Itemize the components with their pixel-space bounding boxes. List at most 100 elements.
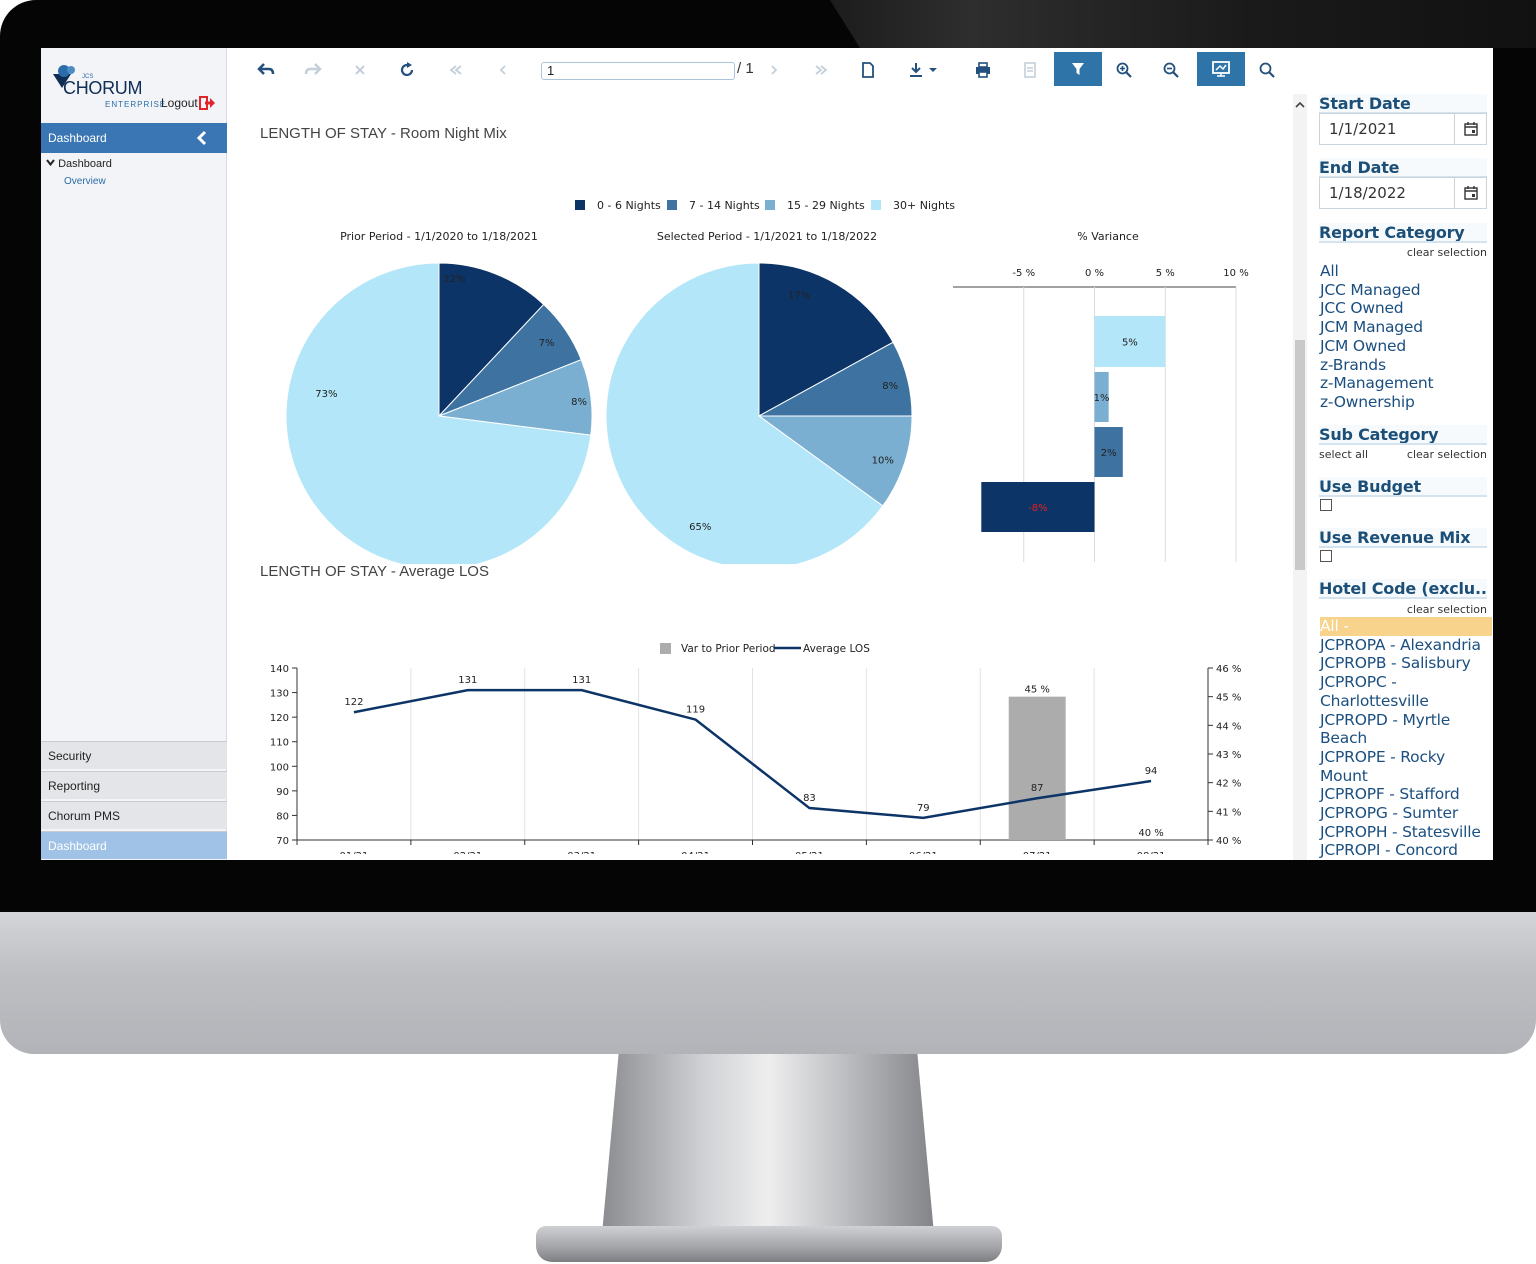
zoom-in-button[interactable]: [1108, 54, 1140, 86]
last-page-icon: [815, 65, 828, 75]
average-los-point-label: 131: [458, 675, 477, 686]
hotel-code-option[interactable]: JCPROPI - Concord: [1320, 841, 1492, 860]
tree-overview-link[interactable]: Overview: [64, 176, 106, 187]
los-right-tick-label: 45 %: [1216, 693, 1241, 704]
report-vertical-scrollbar[interactable]: [1293, 94, 1307, 860]
los-right-tick-label: 40 %: [1216, 836, 1241, 847]
search-button[interactable]: [1251, 54, 1283, 86]
hotel-code-option[interactable]: Charlottesville: [1320, 692, 1492, 711]
presentation-button[interactable]: [1197, 52, 1245, 86]
nav-reporting[interactable]: Reporting: [41, 771, 227, 799]
refresh-icon: [400, 62, 414, 77]
hotel-code-option[interactable]: JCPROPA - Alexandria: [1320, 636, 1492, 655]
report-category-option[interactable]: z-Brands: [1320, 356, 1492, 375]
los-left-tick-label: 80: [276, 811, 289, 822]
los-left-tick-label: 90: [276, 787, 289, 798]
hotel-code-option[interactable]: JCPROPF - Stafford: [1320, 785, 1492, 804]
prior-period-pie: 12% 7% 8% 73%: [285, 262, 593, 564]
sub-category-clear-link[interactable]: clear selection: [1407, 448, 1487, 461]
bezel-reflection: [830, 0, 1536, 48]
legend-label: 30+ Nights: [893, 199, 955, 212]
hotel-code-option[interactable]: Beach: [1320, 729, 1492, 748]
hotel-code-option[interactable]: JCPROPB - Salisbury: [1320, 654, 1492, 673]
pie-slice-label: 17%: [788, 290, 810, 301]
tree-dashboard[interactable]: Dashboard: [46, 158, 112, 170]
report-category-option[interactable]: JCC Owned: [1320, 299, 1492, 318]
sub-category-select-all-link[interactable]: select all: [1319, 448, 1368, 461]
selected-period-pie: 17% 8% 10% 65%: [605, 262, 913, 564]
sub-category-label: Sub Category: [1319, 425, 1487, 445]
zoom-out-button[interactable]: [1155, 54, 1187, 86]
stop-icon: [355, 65, 365, 75]
next-page-button[interactable]: [758, 54, 790, 86]
logout-link[interactable]: Logout: [161, 96, 215, 110]
hotel-code-option[interactable]: JCPROPG - Sumter: [1320, 804, 1492, 823]
download-button[interactable]: [901, 54, 945, 86]
first-page-icon: [449, 65, 462, 75]
los-variance-bar[interactable]: [1008, 696, 1066, 840]
back-icon: [257, 63, 275, 75]
hotel-code-option[interactable]: Mount: [1320, 767, 1492, 786]
first-page-button[interactable]: [440, 54, 472, 86]
nav-dashboard-header[interactable]: Dashboard: [41, 123, 227, 153]
scroll-up-icon[interactable]: [1295, 100, 1305, 110]
scrollbar-thumb[interactable]: [1295, 340, 1305, 570]
hotel-code-clear-link[interactable]: clear selection: [1407, 603, 1487, 616]
average-los-point-label: 79: [917, 803, 930, 814]
nav-security[interactable]: Security: [41, 741, 227, 769]
hotel-code-option[interactable]: JCPROPH - Statesville: [1320, 823, 1492, 842]
hotel-code-option[interactable]: JCPROPC -: [1320, 673, 1492, 692]
chevron-down-icon: [46, 159, 55, 167]
nav-chorum-pms[interactable]: Chorum PMS: [41, 801, 227, 829]
section-average-los-title: LENGTH OF STAY - Average LOS: [260, 563, 489, 580]
legend-label: 7 - 14 Nights: [689, 199, 760, 212]
document-icon: [862, 62, 874, 78]
legend-swatch: [660, 643, 671, 654]
hotel-code-option[interactable]: JCPROPD - Myrtle: [1320, 711, 1492, 730]
presentation-icon: [1212, 61, 1230, 77]
hotel-code-option[interactable]: JCPROPE - Rocky: [1320, 748, 1492, 767]
end-date-picker[interactable]: [1454, 178, 1486, 208]
report-category-option[interactable]: JCM Managed: [1320, 318, 1492, 337]
forward-button[interactable]: [297, 54, 329, 86]
back-button[interactable]: [250, 54, 282, 86]
report-category-clear-link[interactable]: clear selection: [1407, 246, 1487, 259]
logout-icon: [199, 96, 215, 110]
report-category-option[interactable]: JCC Managed: [1320, 281, 1492, 300]
average-los-point-label: 122: [344, 697, 363, 708]
last-page-button[interactable]: [805, 54, 837, 86]
use-revenue-mix-checkbox[interactable]: [1320, 550, 1332, 562]
hotel-code-option[interactable]: All -: [1320, 617, 1492, 636]
print-button[interactable]: [967, 54, 999, 86]
prev-page-icon: [499, 65, 506, 75]
los-left-tick-label: 130: [270, 689, 289, 700]
refresh-button[interactable]: [391, 54, 423, 86]
start-date-picker[interactable]: [1454, 114, 1486, 144]
variance-bar-label: -8%: [1028, 503, 1047, 514]
collapse-chevron-icon[interactable]: [195, 130, 209, 146]
legend-label: 0 - 6 Nights: [597, 199, 661, 212]
report-category-option[interactable]: z-Management: [1320, 374, 1492, 393]
document-button[interactable]: [852, 54, 884, 86]
use-budget-checkbox[interactable]: [1320, 499, 1332, 511]
start-date-input[interactable]: 1/1/2021: [1319, 113, 1487, 145]
los-right-tick-label: 42 %: [1216, 779, 1241, 790]
page-number-input[interactable]: 1: [541, 62, 735, 80]
end-date-label: End Date: [1319, 158, 1487, 178]
print-preview-button[interactable]: [1014, 54, 1046, 86]
report-category-label: Report Category: [1319, 223, 1487, 243]
report-category-option[interactable]: z-Ownership: [1320, 393, 1492, 412]
mix-legend: 0 - 6 Nights 7 - 14 Nights 15 - 29 Nights 3…: [575, 199, 955, 212]
report-category-option[interactable]: All: [1320, 262, 1492, 281]
tree-dashboard-label: Dashboard: [58, 158, 112, 170]
monitor-stand: [602, 1054, 934, 1234]
los-right-tick-label: 46 %: [1216, 664, 1241, 675]
filter-icon: [1072, 63, 1084, 75]
report-category-option[interactable]: JCM Owned: [1320, 337, 1492, 356]
end-date-input[interactable]: 1/18/2022: [1319, 177, 1487, 209]
stop-button[interactable]: [344, 54, 376, 86]
prev-page-button[interactable]: [487, 54, 519, 86]
nav-dashboard[interactable]: Dashboard: [41, 831, 227, 859]
print-icon: [976, 62, 990, 78]
filter-button[interactable]: [1054, 52, 1102, 86]
